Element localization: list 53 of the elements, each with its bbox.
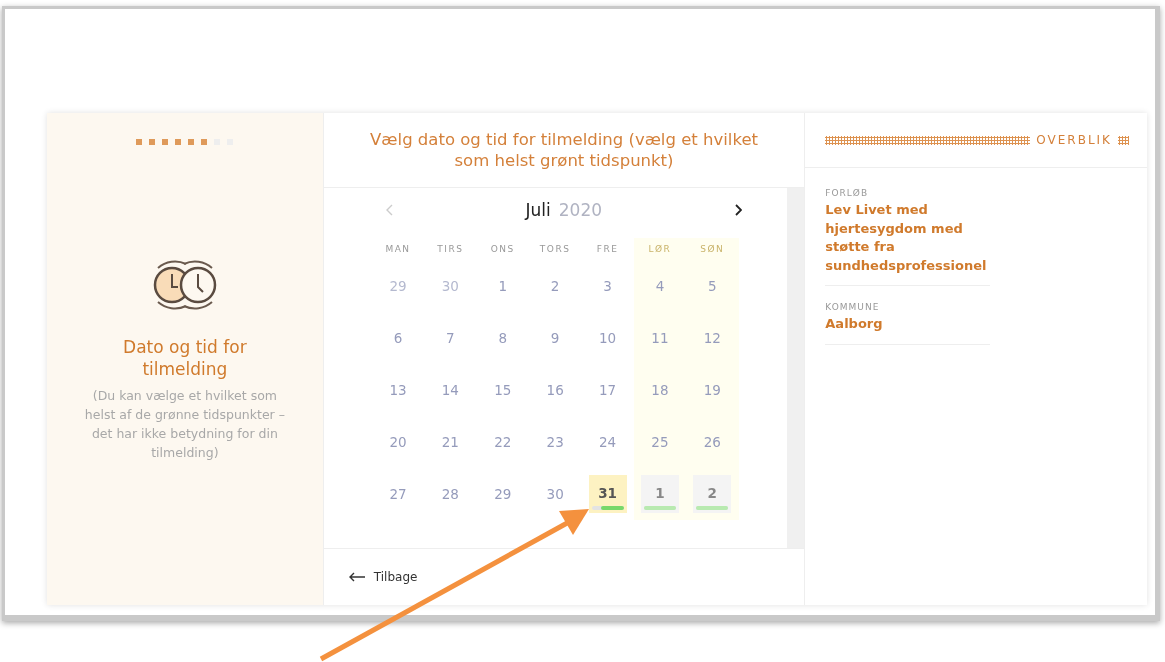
day-number: 17 (598, 382, 617, 398)
day-number: 4 (655, 278, 665, 294)
dotted-pattern (1118, 135, 1129, 145)
overview-value: Lev Livet med hjertesygdom med støtte fra sundhedsprofessionel (825, 201, 988, 275)
step-description: (Du kan vælge et hvilket som helst af de grønne tidspunkter – det har ikke betydning for din tilmelding) (83, 387, 286, 462)
day-number: 24 (598, 434, 617, 450)
overview-label: FORLØB (825, 188, 870, 198)
day-number: 8 (498, 330, 508, 346)
day-number: 30 (546, 486, 564, 502)
calendar-title: Vælg dato og tid for tilmelding (vælg et hvilket som helst grønt tidspunkt) (369, 129, 759, 172)
day-number: 13 (389, 382, 407, 398)
day-number: 15 (494, 382, 512, 398)
day-number: 1 (498, 278, 508, 294)
weekday-label: FRE (596, 244, 619, 254)
day-number: 25 (651, 434, 669, 450)
overview-label: KOMMUNE (825, 302, 881, 312)
day-number: 2 (550, 278, 560, 294)
day-number: 21 (441, 434, 459, 450)
day-number: 22 (494, 434, 512, 450)
step-title: Dato og tid for tilmelding (122, 336, 248, 380)
year: 2020 (558, 200, 603, 220)
weekday-label: ONS (490, 244, 515, 254)
weekday-label: TORS (539, 244, 571, 254)
back-button[interactable]: Tilbage (345, 568, 420, 586)
day-number: 16 (546, 382, 564, 398)
day-number: 10 (598, 330, 617, 346)
day-number: 11 (651, 330, 669, 346)
day-number: 6 (393, 330, 403, 346)
day-number: 14 (441, 382, 459, 398)
month-name: Juli (525, 200, 551, 220)
day-number: 23 (546, 434, 564, 450)
day-number: 20 (389, 434, 407, 450)
back-arrow-icon (347, 572, 366, 582)
day-number: 12 (703, 330, 721, 346)
weekday-label: MAN (385, 244, 411, 254)
day-number: 3 (603, 278, 612, 294)
overview-value: Aalborg (825, 315, 884, 333)
weekday-label: LØR (648, 244, 672, 254)
overview-title: OVERBLIK (1036, 133, 1112, 147)
day-number: 28 (441, 486, 459, 502)
day-number: 30 (441, 278, 459, 294)
day-number: 27 (389, 486, 407, 502)
available-day[interactable]: 31 (588, 475, 627, 513)
day-number: 29 (389, 278, 407, 294)
day-number: 18 (651, 382, 669, 398)
day-number: 9 (550, 330, 560, 346)
weekday-label: SØN (700, 244, 725, 254)
day-number: 7 (446, 330, 455, 346)
day-number: 29 (494, 486, 512, 502)
day-number: 5 (708, 278, 717, 294)
day-number: 26 (703, 434, 721, 450)
day-number: 19 (703, 382, 721, 398)
weekday-label: TIRS (437, 244, 464, 254)
